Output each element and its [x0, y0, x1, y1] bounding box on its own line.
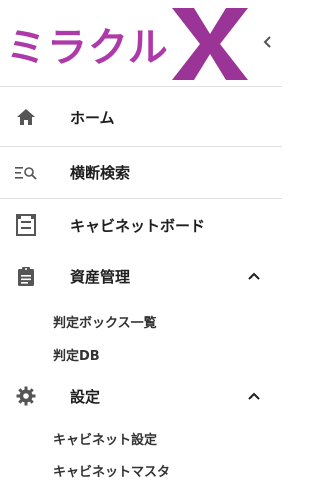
sub-item-cabinet-master[interactable]: キャビネットマスタ: [53, 461, 170, 480]
home-icon: [14, 105, 38, 129]
brand-logo: ミラクル: [4, 4, 254, 82]
sub-item-cabinet-settings[interactable]: キャビネット設定: [53, 429, 157, 448]
chevron-left-icon: [263, 36, 271, 48]
logo-x-mark: [172, 8, 248, 80]
chevron-up-icon[interactable]: [244, 266, 264, 286]
logo-text: ミラクル: [6, 25, 169, 71]
sub-item-judgment-box-list[interactable]: 判定ボックス一覧: [53, 312, 157, 331]
list-search-icon: [14, 161, 38, 185]
nav-item-asset-management[interactable]: 資産管理: [0, 252, 282, 300]
sidebar-header: ミラクル: [0, 0, 282, 87]
nav-item-search[interactable]: 横断検索: [0, 147, 282, 198]
chevron-up-icon[interactable]: [244, 386, 264, 406]
gear-icon: [14, 384, 38, 408]
nav-item-label: ホーム: [70, 108, 115, 127]
cabinet-icon: [14, 213, 38, 237]
nav-item-label: 横断検索: [70, 164, 131, 182]
nav-item-label: キャビネットボード: [70, 216, 206, 235]
collapse-sidebar-button[interactable]: [258, 30, 278, 54]
nav-item-settings[interactable]: 設定: [0, 372, 282, 420]
clipboard-icon: [14, 264, 38, 288]
sub-item-judgment-db[interactable]: 判定DB: [53, 345, 100, 364]
nav-item-label: 資産管理: [70, 267, 131, 286]
nav-item-home[interactable]: ホーム: [0, 88, 282, 146]
nav-item-label: 設定: [70, 387, 101, 406]
nav-item-cabinet-board[interactable]: キャビネットボード: [0, 199, 282, 251]
